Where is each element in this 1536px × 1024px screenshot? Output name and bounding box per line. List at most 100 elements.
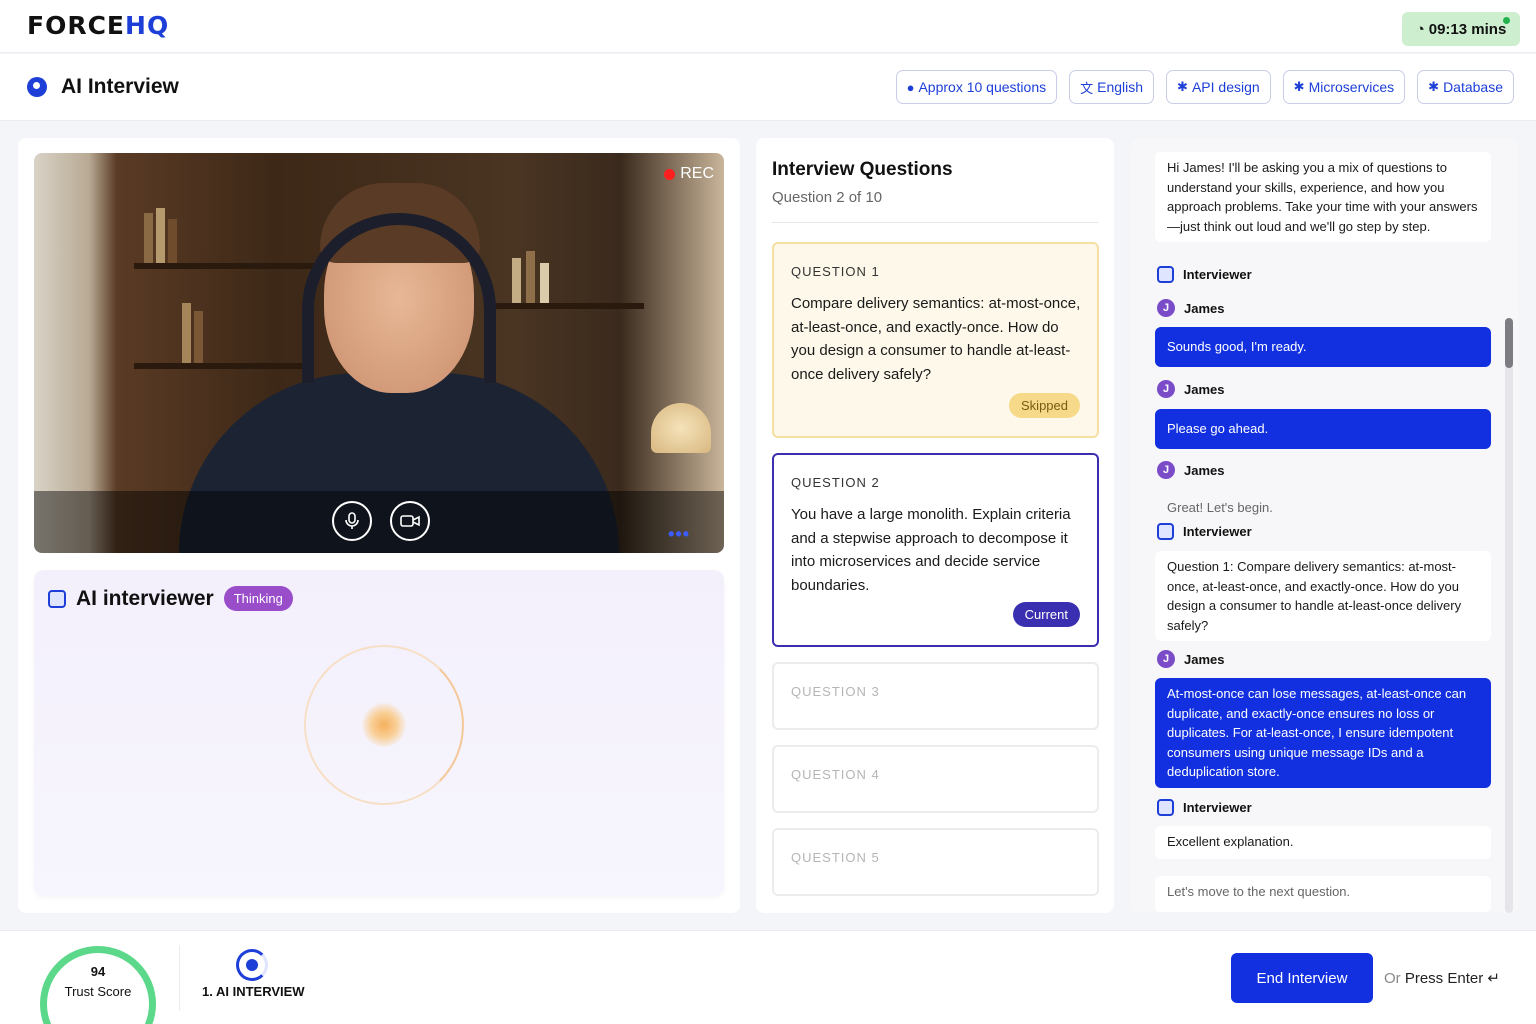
questions-column: Interview Questions Question 2 of 10 QUE… bbox=[756, 138, 1114, 913]
questions-title: Interview Questions bbox=[772, 159, 953, 180]
step-dot-icon bbox=[246, 959, 258, 971]
book bbox=[182, 303, 191, 363]
chip-api-design[interactable]: ✱ API design bbox=[1166, 70, 1271, 104]
chip-label: Approx 10 questions bbox=[918, 79, 1047, 95]
question-label: QUESTION 5 bbox=[791, 850, 880, 865]
logo-accent: HQ bbox=[125, 11, 170, 40]
question-card-5[interactable]: QUESTION 5 bbox=[772, 828, 1099, 896]
question-progress: Question 2 of 10 bbox=[772, 189, 883, 206]
author-name: James bbox=[1184, 651, 1225, 667]
chip-label: Database bbox=[1443, 79, 1503, 95]
chat-author: Interviewer bbox=[1157, 799, 1252, 816]
author-name: Interviewer bbox=[1183, 800, 1252, 815]
robot-icon bbox=[1157, 523, 1174, 540]
chip-label: Microservices bbox=[1308, 79, 1395, 95]
book bbox=[526, 251, 535, 303]
trust-score-label: Trust Score bbox=[64, 984, 132, 999]
logo-main: FORCE bbox=[27, 11, 126, 40]
chat-author: J James bbox=[1157, 299, 1224, 317]
chip-microservices[interactable]: ✱ Microservices bbox=[1282, 70, 1406, 104]
status-badge: Thinking bbox=[223, 586, 293, 611]
step-label[interactable]: 1. AI INTERVIEW bbox=[202, 984, 305, 999]
enter-key-icon: ↵ bbox=[1487, 970, 1500, 987]
timer-value: 09:13 mins bbox=[1428, 20, 1507, 38]
chat-author: J James bbox=[1157, 650, 1224, 668]
robot-icon bbox=[48, 589, 66, 608]
author-name: James bbox=[1184, 462, 1225, 478]
chat-message: Please go ahead. bbox=[1155, 409, 1491, 449]
hint-or: Or bbox=[1384, 970, 1401, 987]
question-card-2[interactable]: QUESTION 2 You have a large monolith. Ex… bbox=[772, 453, 1099, 647]
chat-author: J James bbox=[1157, 380, 1224, 398]
divider bbox=[772, 222, 1098, 223]
ai-interviewer-panel: AI interviewer Thinking bbox=[34, 570, 724, 896]
ai-panel-title: AI interviewer bbox=[76, 586, 214, 610]
book bbox=[194, 311, 203, 363]
camera-button[interactable] bbox=[390, 501, 430, 541]
chip-language[interactable]: 文 English bbox=[1069, 70, 1155, 104]
brain-icon: ✱ bbox=[1293, 79, 1305, 94]
shelf bbox=[134, 263, 314, 269]
author-name: Interviewer bbox=[1183, 524, 1252, 539]
author-name: James bbox=[1184, 381, 1225, 397]
chip-label: English bbox=[1097, 79, 1144, 95]
hint-label: Press Enter bbox=[1404, 970, 1484, 987]
microphone-icon bbox=[345, 512, 359, 529]
avatar: J bbox=[1157, 461, 1175, 479]
logo: FORCEHQ bbox=[27, 11, 169, 40]
book bbox=[156, 208, 165, 263]
divider bbox=[179, 945, 180, 1011]
shelf bbox=[134, 363, 314, 369]
chat-message: At-most-once can lose messages, at-least… bbox=[1155, 678, 1491, 788]
video-controls: ••• bbox=[34, 491, 724, 553]
question-label: QUESTION 4 bbox=[791, 767, 880, 782]
robot-icon bbox=[1157, 799, 1174, 816]
chat-message: Let's move to the next question. bbox=[1155, 876, 1491, 912]
chat-message: Question 1: Compare delivery semantics: … bbox=[1155, 551, 1491, 641]
footer: 94 Trust Score 1. AI INTERVIEW End Inter… bbox=[0, 930, 1536, 1024]
avatar: J bbox=[1157, 380, 1175, 398]
video-column: REC ••• AI interviewer Thinking bbox=[18, 138, 740, 913]
chat-scrollbar-track[interactable] bbox=[1505, 318, 1513, 913]
book bbox=[540, 263, 549, 303]
stopwatch-icon: ◔ bbox=[1415, 20, 1425, 38]
microphone-button[interactable] bbox=[332, 501, 372, 541]
robot-icon bbox=[1157, 266, 1174, 283]
question-card-3[interactable]: QUESTION 3 bbox=[772, 662, 1099, 730]
question-label: QUESTION 1 bbox=[791, 264, 880, 279]
chat-message: Hi James! I'll be asking you a mix of qu… bbox=[1155, 152, 1491, 242]
lamp bbox=[651, 403, 711, 453]
voice-orb bbox=[362, 703, 406, 747]
question-label: QUESTION 2 bbox=[791, 475, 880, 490]
translate-icon: 文 bbox=[1080, 80, 1094, 96]
video-camera-icon bbox=[400, 515, 420, 527]
sub-header: AI Interview ● Approx 10 questions 文 Engli… bbox=[0, 54, 1536, 121]
chip-question-count[interactable]: ● Approx 10 questions bbox=[895, 70, 1058, 104]
chip-database[interactable]: ✱ Database bbox=[1417, 70, 1514, 104]
top-bar: FORCEHQ ◔ 09:13 mins bbox=[0, 0, 1536, 53]
book bbox=[144, 213, 153, 263]
chat-author: J James bbox=[1157, 461, 1224, 479]
brain-icon: ✱ bbox=[1177, 79, 1188, 94]
page-title: AI Interview bbox=[27, 75, 179, 99]
chat-author: Interviewer bbox=[1157, 266, 1252, 283]
status-badge: Skipped bbox=[1009, 393, 1080, 418]
end-interview-button[interactable]: End Interview bbox=[1231, 953, 1373, 1003]
ai-panel-header: AI interviewer Thinking bbox=[48, 586, 293, 611]
brain-icon bbox=[27, 77, 47, 97]
book bbox=[512, 258, 521, 303]
chat-transcript[interactable]: Hi James! I'll be asking you a mix of qu… bbox=[1131, 138, 1518, 913]
rec-label: REC bbox=[680, 165, 714, 182]
timer-badge: ◔ 09:13 mins bbox=[1402, 12, 1520, 46]
trust-score-value: 94 bbox=[90, 964, 106, 979]
chat-author: Interviewer bbox=[1157, 523, 1252, 540]
question-card-1[interactable]: QUESTION 1 Compare delivery semantics: a… bbox=[772, 242, 1099, 438]
avatar: J bbox=[1157, 299, 1175, 317]
page-title-text: AI Interview bbox=[61, 75, 179, 98]
chat-message: Excellent explanation. bbox=[1155, 826, 1491, 859]
book bbox=[168, 219, 177, 263]
question-card-4[interactable]: QUESTION 4 bbox=[772, 745, 1099, 813]
keyboard-hint: Or Press Enter ↵ bbox=[1384, 969, 1500, 987]
more-dots-icon[interactable]: ••• bbox=[668, 524, 690, 545]
chat-scrollbar-thumb[interactable] bbox=[1505, 318, 1513, 368]
